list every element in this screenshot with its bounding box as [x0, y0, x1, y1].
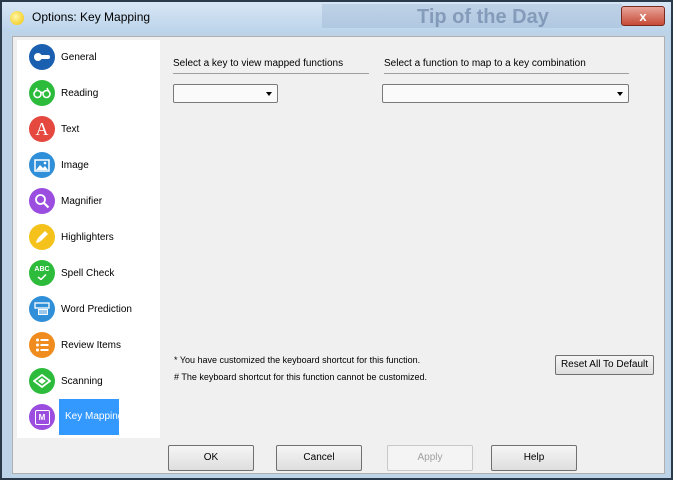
cancel-button[interactable]: Cancel — [276, 445, 362, 471]
ok-button[interactable]: OK — [168, 445, 254, 471]
sidebar-item-label: Reading — [61, 87, 99, 99]
apply-button: Apply — [387, 445, 473, 471]
scan-icon — [29, 368, 55, 394]
sidebar-item-label: Review Items — [61, 339, 122, 351]
sidebar-item-general[interactable]: General — [17, 41, 160, 73]
reset-all-button[interactable]: Reset All To Default — [555, 355, 654, 375]
toggle-icon — [29, 44, 55, 70]
abc-check-icon: ABC — [29, 260, 55, 286]
sidebar-item-text[interactable]: A Text — [17, 113, 160, 145]
sidebar-item-label: Highlighters — [61, 231, 114, 243]
title-bar: Tip of the Day Options: Key Mapping x — [2, 2, 671, 32]
window-title: Options: Key Mapping — [32, 10, 151, 24]
abc-glyph: ABC — [34, 266, 50, 273]
options-window: Tip of the Day Options: Key Mapping x Ge… — [0, 0, 673, 480]
word-prediction-icon — [29, 296, 55, 322]
sidebar-item-label: Magnifier — [61, 195, 103, 207]
key-mapping-icon: M — [29, 404, 55, 430]
sidebar-item-magnifier[interactable]: Magnifier — [17, 185, 160, 217]
chevron-down-icon — [266, 92, 272, 96]
sidebar-item-label: General — [61, 51, 97, 63]
app-icon — [10, 11, 24, 25]
sidebar-item-label: Image — [61, 159, 89, 171]
fixed-shortcut-note: # The keyboard shortcut for this functio… — [174, 372, 427, 382]
sidebar-item-word-prediction[interactable]: Word Prediction — [17, 293, 160, 325]
highlighter-icon — [29, 224, 55, 250]
sidebar-item-label: Text — [61, 123, 80, 135]
sidebar-item-label: Key Mapping — [59, 399, 123, 435]
close-button[interactable]: x — [621, 6, 665, 26]
sidebar-item-reading[interactable]: Reading — [17, 77, 160, 109]
sidebar-item-key-mapping[interactable]: M Key Mapping — [17, 399, 160, 435]
function-select-dropdown[interactable] — [382, 84, 629, 103]
sidebar-item-spell-check[interactable]: ABC Spell Check — [17, 257, 160, 289]
options-sidebar: General Reading A Text Image Magnifier H… — [17, 40, 160, 438]
sidebar-item-scanning[interactable]: Scanning — [17, 365, 160, 397]
sidebar-item-label: Word Prediction — [61, 303, 132, 315]
key-glyph: M — [34, 409, 50, 425]
background-window-title: Tip of the Day — [417, 6, 549, 28]
glasses-icon — [29, 80, 55, 106]
letter-a-icon: A — [29, 116, 55, 142]
help-button[interactable]: Help — [491, 445, 577, 471]
sidebar-item-highlighters[interactable]: Highlighters — [17, 221, 160, 253]
picture-icon — [29, 152, 55, 178]
sidebar-item-review-items[interactable]: Review Items — [17, 329, 160, 361]
key-select-dropdown[interactable] — [173, 84, 278, 103]
customized-shortcut-note: * You have customized the keyboard short… — [174, 355, 421, 365]
function-header-divider — [384, 73, 629, 74]
key-header-divider — [173, 73, 369, 74]
key-select-header: Select a key to view mapped functions — [173, 58, 344, 69]
list-icon — [29, 332, 55, 358]
sidebar-item-label: Scanning — [61, 375, 103, 387]
sidebar-item-image[interactable]: Image — [17, 149, 160, 181]
magnifier-icon — [29, 188, 55, 214]
sidebar-item-label: Spell Check — [61, 267, 115, 279]
dialog-client: General Reading A Text Image Magnifier H… — [12, 36, 665, 474]
function-select-header: Select a function to map to a key combin… — [384, 58, 586, 69]
chevron-down-icon — [617, 92, 623, 96]
